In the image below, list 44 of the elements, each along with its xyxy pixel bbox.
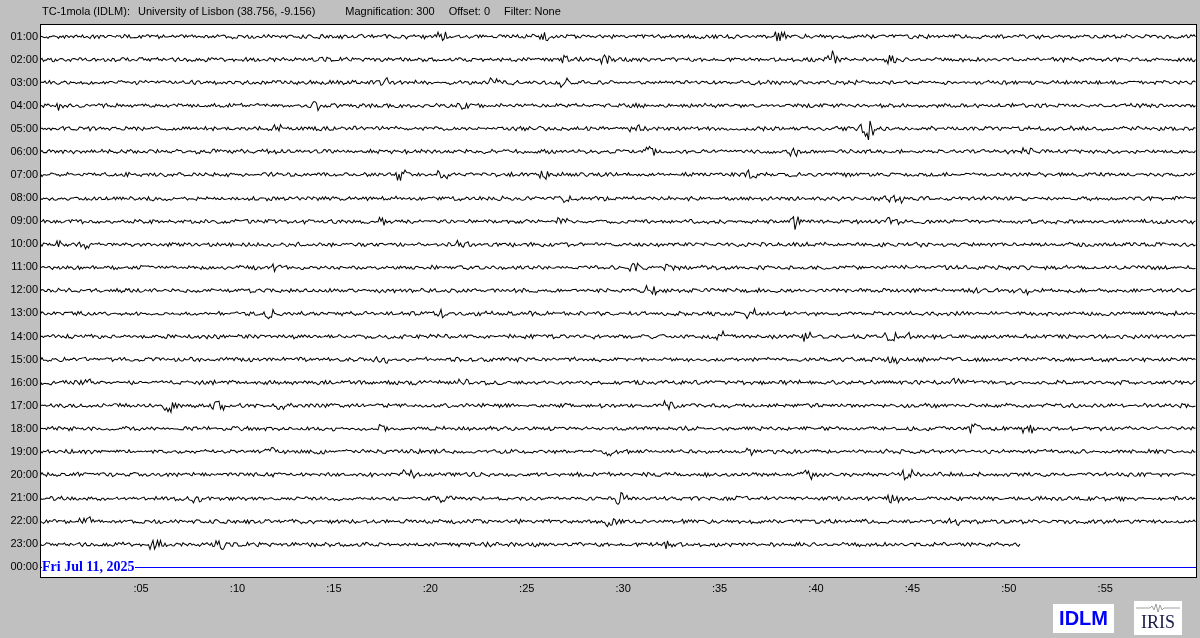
hour-label: 12:00 (10, 283, 38, 296)
minute-tick-label: :25 (519, 582, 535, 594)
minute-tick-label: :45 (904, 582, 921, 594)
hour-label: 08:00 (10, 191, 38, 204)
station-logo: IDLM (1053, 603, 1114, 633)
network-logo: IRIS (1134, 601, 1182, 635)
station-name: TC-1mola (IDLM): (42, 5, 130, 17)
minute-tick-label: :35 (711, 582, 728, 594)
hour-label: 11:00 (11, 260, 38, 273)
offset-text: Offset: 0 (448, 5, 490, 17)
minute-tick-label: :20 (422, 582, 438, 594)
minute-tick-label: :10 (229, 582, 246, 594)
hour-label: 07:00 (10, 168, 38, 180)
hour-label: 17:00 (10, 398, 38, 411)
date-label: Fri Jul 11, 2025 (42, 558, 135, 575)
hour-label: 00:00 (10, 560, 38, 573)
minute-tick-label: :50 (1001, 582, 1017, 594)
hour-label: 15:00 (10, 352, 38, 365)
hour-label: 14:00 (10, 329, 38, 342)
hour-label: 20:00 (10, 468, 38, 480)
hour-label: 18:00 (10, 421, 38, 434)
hour-label: 01:00 (10, 29, 38, 42)
station-location: University of Lisbon (38.756, -9.156) (138, 5, 316, 17)
filter-text: Filter: None (504, 5, 561, 17)
hour-label: 06:00 (10, 144, 38, 157)
hour-label: 19:00 (10, 444, 38, 457)
hour-label: 10:00 (10, 237, 38, 250)
hour-label: 09:00 (10, 214, 38, 227)
hour-label: 21:00 (10, 491, 38, 504)
hour-label: 05:00 (10, 121, 38, 134)
hour-label: 22:00 (10, 514, 38, 527)
hour-label: 16:00 (10, 375, 38, 388)
hour-label: 23:00 (10, 537, 38, 550)
magnification-text: Magnification: 300 (345, 5, 435, 17)
minute-tick-label: :15 (326, 582, 342, 594)
hour-label: 03:00 (10, 75, 38, 88)
waveform-icon (1136, 603, 1180, 613)
minute-tick-label: :55 (1097, 582, 1113, 594)
hour-label: 04:00 (10, 98, 38, 111)
minute-tick-label: :05 (133, 582, 149, 594)
minute-tick-label: :30 (615, 582, 631, 594)
minute-tick-label: :40 (808, 582, 824, 594)
hour-label: 13:00 (10, 306, 38, 319)
hour-label: 02:00 (10, 52, 38, 65)
